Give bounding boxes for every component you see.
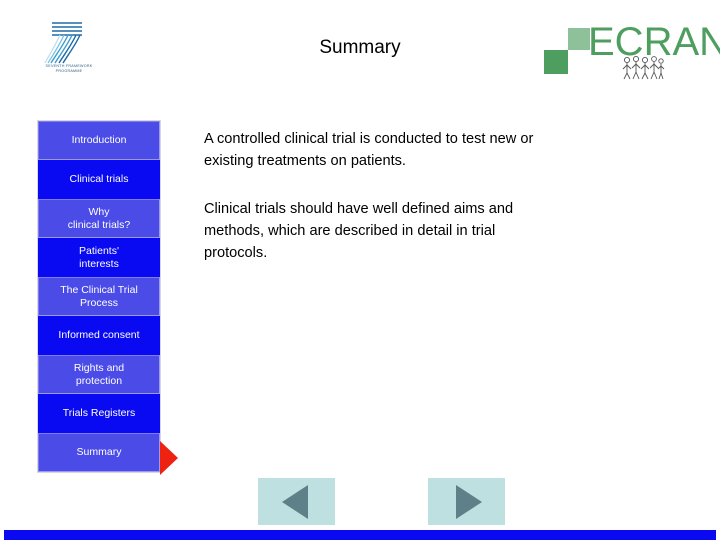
sidebar-item-clinical-trials[interactable]: Clinical trials: [38, 160, 160, 199]
arrow-left-icon: [281, 484, 308, 519]
next-slide-button[interactable]: [428, 478, 505, 525]
sidebar-item-informed-consent[interactable]: Informed consent: [38, 316, 160, 355]
fp7-logo-caption: SEVENTH FRAMEWORK PROGRAMME: [29, 64, 109, 73]
sidebar-item-label: Introduction: [71, 134, 127, 147]
sidebar-item-label: Patients' interests: [79, 245, 119, 270]
fp7-caption-line2: PROGRAMME: [55, 68, 83, 73]
content-paragraph-2: Clinical trials should have well defined…: [204, 201, 514, 261]
sidebar-item-patients-interests[interactable]: Patients' interests: [38, 238, 160, 277]
sidebar-item-label: The Clinical Trial Process: [60, 284, 138, 309]
sidebar-item-label: Informed consent: [58, 329, 140, 342]
bottom-accent-bar: [4, 530, 716, 540]
ecran-light-square-icon: [568, 28, 590, 50]
sidebar-navigation: Introduction Clinical trials Why clinica…: [37, 120, 161, 473]
ecran-people-icon: [622, 55, 665, 80]
ecran-logo: ECRAN: [540, 20, 720, 86]
sidebar-item-label: Summary: [76, 446, 122, 459]
page-title: Summary: [319, 37, 401, 58]
slide-content: A controlled clinical trial is conducted…: [204, 128, 539, 290]
sidebar-item-label: Rights and protection: [73, 362, 125, 387]
sidebar-item-rights-and-protection[interactable]: Rights and protection: [38, 355, 160, 394]
fp7-logo: SEVENTH FRAMEWORK PROGRAMME: [30, 18, 108, 80]
sidebar-item-why-clinical-trials[interactable]: Why clinical trials?: [38, 199, 160, 238]
arrow-right-icon: [455, 484, 482, 519]
sidebar-item-summary[interactable]: Summary: [38, 433, 160, 472]
content-paragraph-1: A controlled clinical trial is conducted…: [204, 131, 534, 169]
fp7-logo-mark: [44, 22, 82, 64]
sidebar-item-label: Trials Registers: [62, 407, 136, 420]
sidebar-item-label: Why clinical trials?: [67, 206, 131, 231]
sidebar-item-trials-registers[interactable]: Trials Registers: [38, 394, 160, 433]
sidebar-item-introduction[interactable]: Introduction: [38, 121, 160, 160]
sidebar-item-label: Clinical trials: [69, 173, 129, 186]
active-slide-pointer-icon: [160, 441, 178, 475]
previous-slide-button[interactable]: [258, 478, 335, 525]
sidebar-item-clinical-trial-process[interactable]: The Clinical Trial Process: [38, 277, 160, 316]
